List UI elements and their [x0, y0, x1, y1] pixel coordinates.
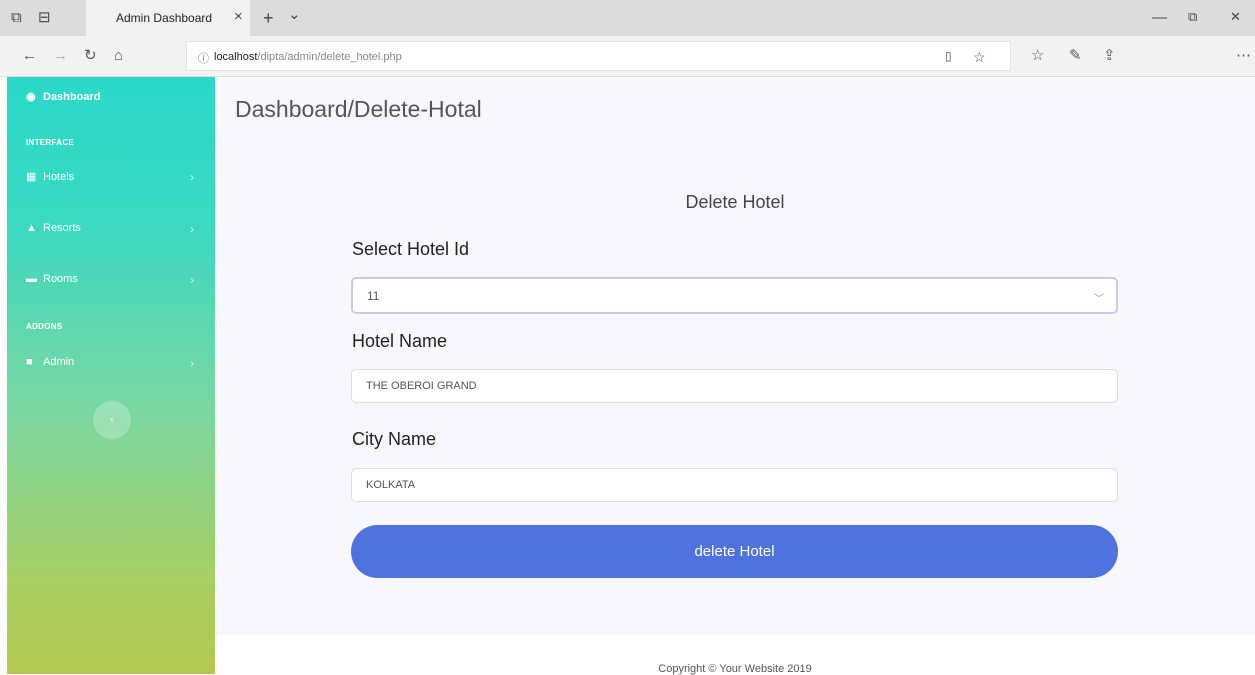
hotel-id-select[interactable]: 11 ﹀ — [351, 277, 1118, 314]
hotel-id-value: 11 — [367, 289, 380, 303]
sidebar: ◉ Dashboard INTERFACE ▦ Hotels › ▲ Resorts … — [7, 77, 215, 674]
chevron-right-icon: › — [190, 273, 194, 287]
page-title: Dashboard/Delete-Hotal — [235, 96, 482, 122]
tab-close-icon[interactable]: × — [234, 8, 243, 25]
share-icon[interactable]: ⇪ — [1103, 48, 1116, 63]
sidebar-item-label: Hotels — [43, 171, 75, 183]
new-tab-icon[interactable]: + — [263, 9, 274, 27]
sidebar-item-hotels[interactable]: ▦ Hotels — [26, 170, 74, 183]
delete-hotel-button[interactable]: delete Hotel — [351, 525, 1118, 578]
tab-title: Admin Dashboard — [116, 11, 213, 25]
folder-icon: ■ — [26, 356, 33, 368]
chevron-down-icon: ﹀ — [1094, 294, 1104, 305]
resort-icon: ▲ — [26, 222, 37, 234]
sidebar-item-rooms[interactable]: ▬ Rooms — [26, 273, 78, 285]
sidebar-item-label: Rooms — [43, 273, 78, 285]
favorites-hub-icon[interactable]: ☆ — [1031, 48, 1044, 63]
address-bar[interactable]: ⓘ localhost/dipta/admin/delete_hotel.php… — [186, 41, 1011, 71]
reading-view-icon[interactable]: ▯ — [945, 49, 952, 63]
chevron-right-icon: › — [190, 356, 194, 370]
url-text: localhost/dipta/admin/delete_hotel.php — [214, 51, 402, 63]
city-name-input[interactable]: KOLKATA — [351, 468, 1118, 502]
browser-tab[interactable]: Admin Dashboard × — [86, 0, 250, 36]
browser-tab-bar: ⧉ ⊟ Admin Dashboard × + ⌄ — ⧉ ✕ — [0, 0, 1255, 36]
sidebar-item-label: Resorts — [43, 222, 81, 234]
minimize-icon[interactable]: — — [1152, 10, 1167, 25]
forward-icon[interactable]: → — [53, 48, 68, 63]
tab-actions-icon[interactable]: ⧉ — [11, 10, 22, 25]
hotel-icon: ▦ — [26, 171, 37, 183]
favorite-star-icon[interactable]: ☆ — [973, 49, 986, 66]
sidebar-item-admin[interactable]: ■ Admin — [26, 356, 74, 368]
home-icon[interactable]: ⌂ — [114, 48, 123, 63]
sidebar-brand-label: Dashboard — [43, 91, 101, 103]
chevron-right-icon: › — [190, 170, 194, 184]
sidebar-item-label: Admin — [43, 356, 75, 368]
hotel-name-label: Hotel Name — [352, 331, 448, 351]
sidebar-brand[interactable]: ◉ Dashboard — [26, 90, 100, 103]
copyright-text: Copyright © Your Website 2019 — [658, 663, 812, 675]
footer: Copyright © Your Website 2019 — [215, 635, 1255, 675]
hotel-id-label: Select Hotel Id — [352, 239, 470, 259]
more-icon[interactable]: ⋯ — [1236, 48, 1251, 63]
sidebar-heading-interface: INTERFACE — [26, 138, 75, 147]
refresh-icon[interactable]: ↻ — [84, 48, 97, 63]
chevron-right-icon: › — [190, 222, 194, 236]
url-host: localhost — [214, 51, 258, 63]
hotel-name-input[interactable]: THE OBEROI GRAND — [351, 369, 1118, 403]
sidebar-heading-addons: ADDONS — [26, 322, 63, 331]
url-path: /dipta/admin/delete_hotel.php — [257, 51, 402, 63]
tab-list-icon[interactable]: ⌄ — [288, 7, 301, 22]
form-title: Delete Hotel — [685, 192, 785, 212]
sidebar-toggle-button[interactable]: ‹ — [93, 401, 131, 439]
bed-icon: ▬ — [26, 273, 37, 285]
window-close-icon[interactable]: ✕ — [1230, 10, 1241, 23]
main-content: Dashboard/Delete-Hotal Delete Hotel Sele… — [215, 77, 1255, 675]
city-name-value: KOLKATA — [366, 479, 416, 491]
pen-notes-icon[interactable]: ✎ — [1069, 48, 1082, 63]
restore-icon[interactable]: ⧉ — [1188, 10, 1197, 23]
hotel-name-value: THE OBEROI GRAND — [366, 380, 477, 392]
site-info-icon[interactable]: ⓘ — [198, 50, 209, 66]
browser-toolbar: ← → ↻ ⌂ ⓘ localhost/dipta/admin/delete_h… — [0, 36, 1255, 77]
tab-aside-icon[interactable]: ⊟ — [38, 10, 51, 25]
city-name-label: City Name — [352, 429, 437, 449]
back-icon[interactable]: ← — [22, 48, 37, 63]
dashboard-icon: ◉ — [26, 91, 36, 103]
sidebar-item-resorts[interactable]: ▲ Resorts — [26, 222, 81, 234]
